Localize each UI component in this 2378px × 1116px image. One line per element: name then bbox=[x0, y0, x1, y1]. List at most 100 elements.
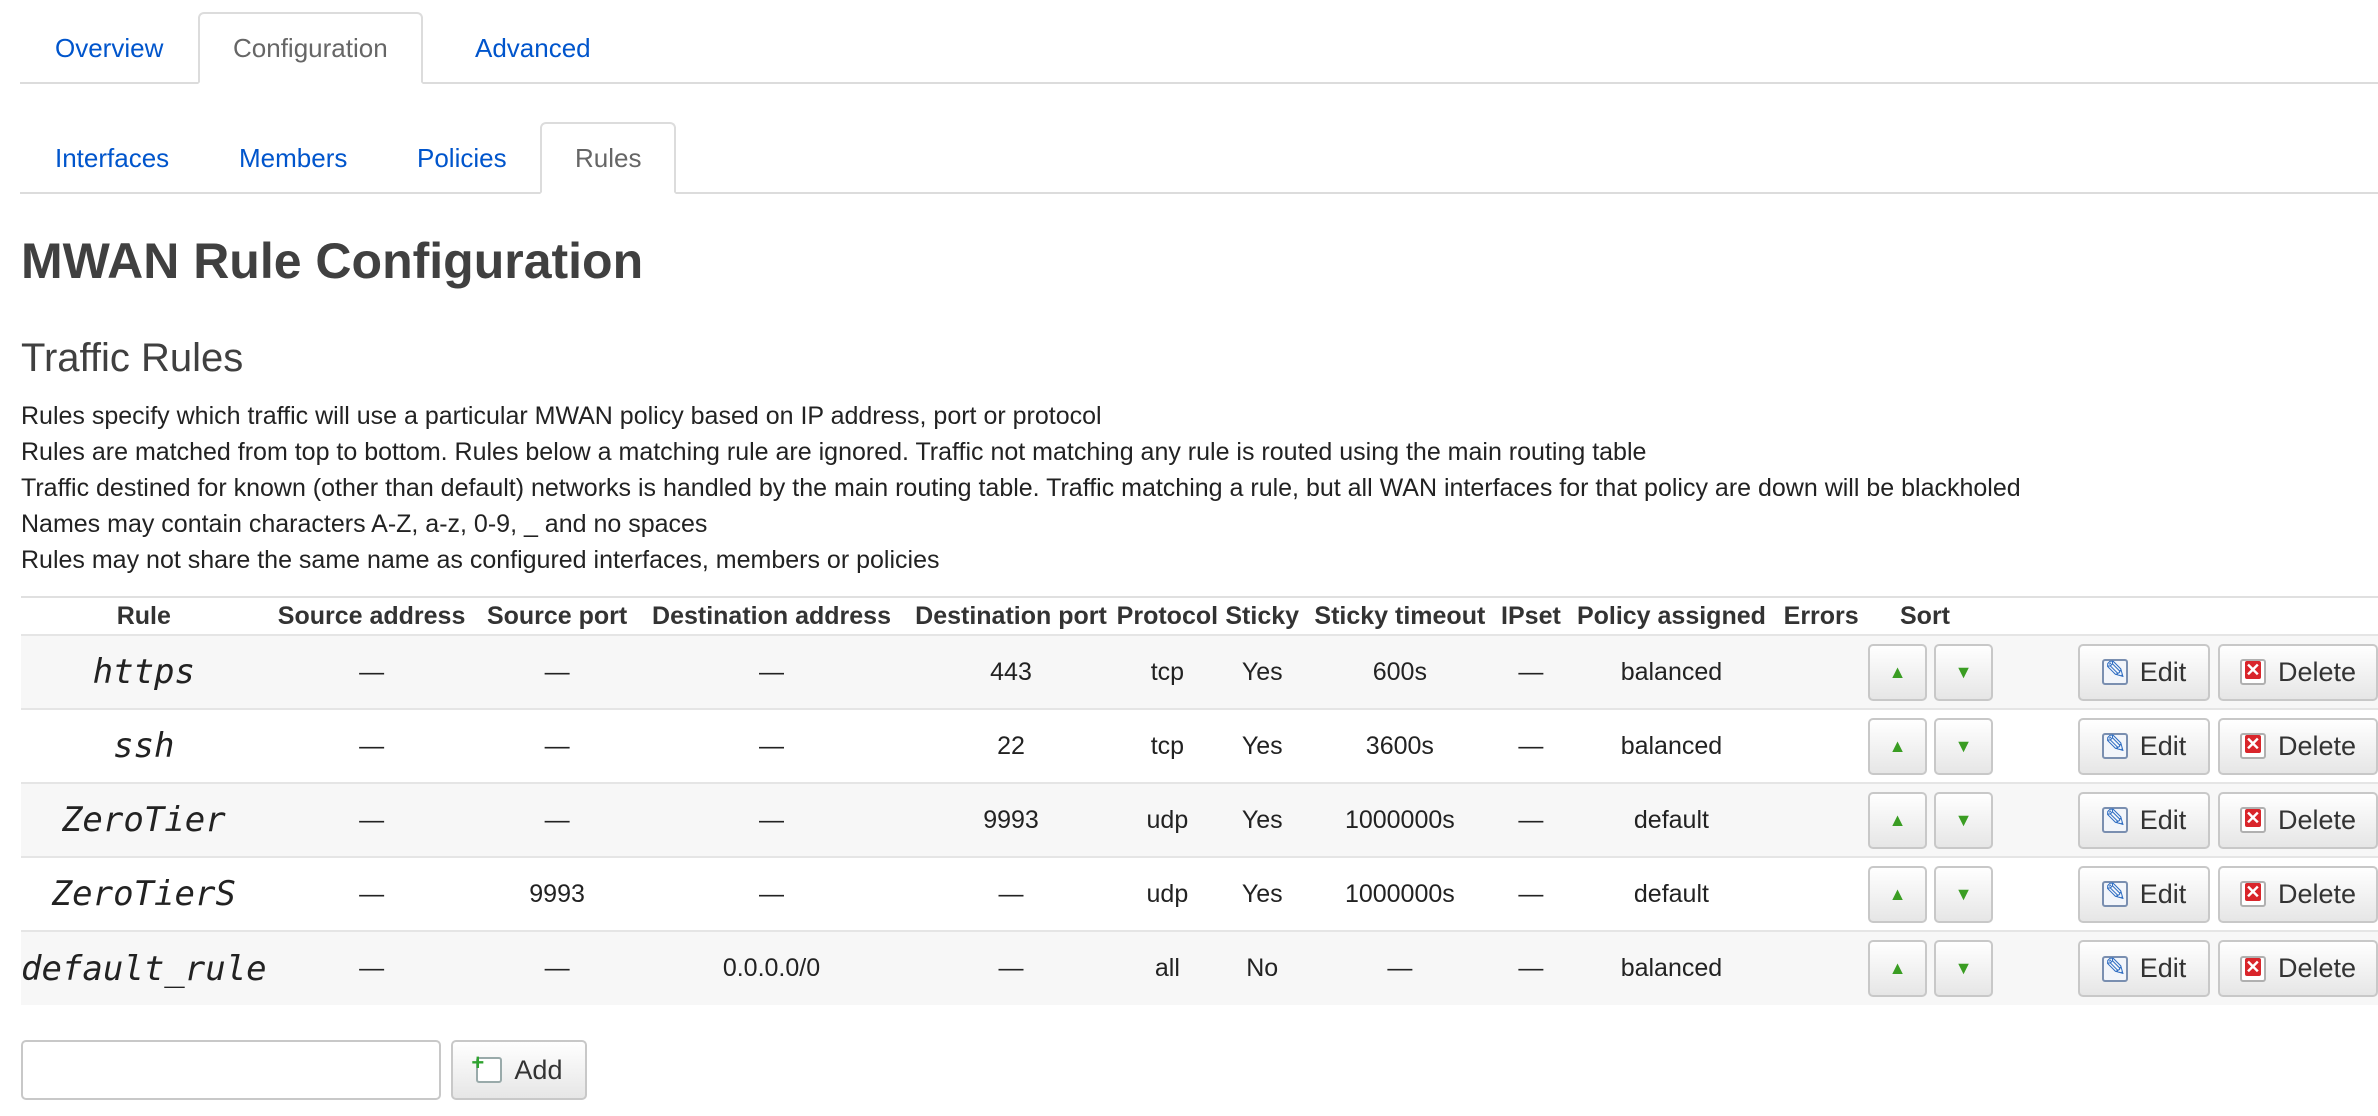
ipset-cell: — bbox=[1493, 634, 1569, 709]
move-up-button[interactable]: ▲ bbox=[1868, 643, 1927, 701]
column-header: Policy assigned bbox=[1568, 596, 1775, 635]
arrow-down-icon: ▼ bbox=[1954, 735, 1973, 756]
delete-button[interactable]: Delete bbox=[2218, 940, 2378, 997]
delete-x-icon bbox=[2239, 955, 2266, 982]
add-rule-row: Add bbox=[21, 1040, 588, 1100]
column-header: Source port bbox=[476, 596, 638, 635]
policy-assigned-cell: balanced bbox=[1568, 708, 1775, 783]
sub-tabbar: Interfaces Members Policies Rules bbox=[20, 84, 2378, 194]
section-description: Rules specify which traffic will use a p… bbox=[21, 398, 2021, 578]
column-header: Sort bbox=[1868, 596, 2378, 635]
arrow-down-icon: ▼ bbox=[1954, 661, 1973, 682]
move-up-button[interactable]: ▲ bbox=[1868, 791, 1927, 849]
row-actions: ▲ ▼ Edit Delete bbox=[1868, 708, 2378, 783]
delete-x-icon bbox=[2239, 659, 2266, 685]
page-title: MWAN Rule Configuration bbox=[21, 233, 644, 289]
sticky-cell: Yes bbox=[1218, 856, 1307, 931]
table-row: ssh———22tcpYes3600s—balanced▲▼EditDelete bbox=[21, 708, 2378, 783]
arrow-down-icon: ▼ bbox=[1954, 809, 1973, 830]
destination-address-cell: — bbox=[637, 634, 906, 709]
new-rule-name-input[interactable] bbox=[21, 1040, 441, 1100]
edit-button[interactable]: Edit bbox=[2078, 865, 2210, 923]
pencil-icon bbox=[2101, 655, 2128, 686]
move-down-button[interactable]: ▼ bbox=[1934, 791, 1993, 849]
move-up-button[interactable]: ▲ bbox=[1868, 865, 1927, 923]
move-down-button[interactable]: ▼ bbox=[1934, 940, 1993, 997]
move-up-button[interactable]: ▲ bbox=[1868, 940, 1927, 997]
tab-overview[interactable]: Overview bbox=[20, 12, 198, 84]
row-actions: ▲ ▼ Edit Delete bbox=[1868, 782, 2378, 857]
table-row: ZeroTier———9993udpYes1000000s—default▲▼E… bbox=[21, 782, 2378, 857]
move-down-button[interactable]: ▼ bbox=[1934, 717, 1993, 775]
delete-button[interactable]: Delete bbox=[2218, 717, 2378, 775]
column-header: Destination address bbox=[637, 596, 906, 635]
section-title: Traffic Rules bbox=[21, 336, 244, 380]
destination-port-cell: 9993 bbox=[905, 782, 1117, 857]
pencil-icon bbox=[2101, 803, 2128, 834]
pencil-icon bbox=[2101, 729, 2128, 760]
move-up-button[interactable]: ▲ bbox=[1868, 717, 1927, 775]
edit-button[interactable]: Edit bbox=[2078, 940, 2210, 997]
tab-policies[interactable]: Policies bbox=[382, 122, 542, 194]
sticky-timeout-cell: — bbox=[1306, 930, 1494, 1005]
edit-button-label: Edit bbox=[2139, 804, 2187, 835]
source-port-cell: — bbox=[476, 782, 638, 857]
rule-name-cell: ZeroTier bbox=[21, 782, 267, 857]
column-header: IPset bbox=[1493, 596, 1569, 635]
destination-port-cell: — bbox=[905, 930, 1117, 1005]
tab-advanced[interactable]: Advanced bbox=[440, 12, 626, 84]
sticky-timeout-cell: 1000000s bbox=[1306, 782, 1494, 857]
policy-assigned-cell: default bbox=[1568, 782, 1775, 857]
errors-cell bbox=[1774, 634, 1868, 709]
add-button[interactable]: Add bbox=[451, 1040, 588, 1100]
row-actions: ▲ ▼ Edit Delete bbox=[1868, 930, 2378, 1005]
sticky-timeout-cell: 3600s bbox=[1306, 708, 1494, 783]
errors-cell bbox=[1774, 708, 1868, 783]
source-address-cell: — bbox=[266, 708, 477, 783]
delete-button[interactable]: Delete bbox=[2218, 643, 2378, 701]
delete-button-label: Delete bbox=[2277, 804, 2357, 835]
policy-assigned-cell: default bbox=[1568, 856, 1775, 931]
arrow-up-icon: ▲ bbox=[1888, 883, 1907, 904]
source-port-cell: 9993 bbox=[476, 856, 638, 931]
column-header: Sticky bbox=[1218, 596, 1307, 635]
column-header: Errors bbox=[1774, 596, 1868, 635]
tab-rules[interactable]: Rules bbox=[540, 122, 677, 194]
delete-button[interactable]: Delete bbox=[2218, 791, 2378, 849]
destination-port-cell: — bbox=[905, 856, 1117, 931]
delete-button[interactable]: Delete bbox=[2218, 865, 2378, 923]
move-down-button[interactable]: ▼ bbox=[1934, 643, 1993, 701]
table-row: default_rule — —0.0.0.0/0— all No — — balanced ▲… bbox=[21, 930, 2378, 1005]
ipset-cell: — bbox=[1493, 930, 1569, 1005]
column-header: Rule bbox=[21, 596, 267, 635]
move-down-button[interactable]: ▼ bbox=[1934, 865, 1993, 923]
tab-members[interactable]: Members bbox=[204, 122, 382, 194]
errors-cell bbox=[1774, 930, 1868, 1005]
description-line: Rules specify which traffic will use a p… bbox=[21, 402, 1102, 430]
main-tabbar: Overview Configuration Advanced bbox=[20, 0, 2378, 84]
edit-button[interactable]: Edit bbox=[2078, 643, 2210, 701]
edit-button-label: Edit bbox=[2139, 656, 2187, 687]
arrow-up-icon: ▲ bbox=[1888, 661, 1907, 682]
tab-configuration[interactable]: Configuration bbox=[198, 12, 423, 84]
table-row: https———443tcpYes600s—balanced▲▼EditDele… bbox=[21, 634, 2378, 709]
sticky-timeout-cell: 600s bbox=[1306, 634, 1494, 709]
table-header-row: Rule Source address Source port Destinat… bbox=[21, 596, 2378, 635]
rule-name-cell: ssh bbox=[21, 708, 267, 783]
edit-button[interactable]: Edit bbox=[2078, 791, 2210, 849]
edit-button-label: Edit bbox=[2139, 878, 2187, 909]
arrow-up-icon: ▲ bbox=[1888, 809, 1907, 830]
edit-button-label: Edit bbox=[2139, 730, 2187, 761]
tab-interfaces[interactable]: Interfaces bbox=[20, 122, 204, 194]
description-line: Rules may not share the same name as con… bbox=[21, 546, 940, 574]
edit-button[interactable]: Edit bbox=[2078, 717, 2210, 775]
rules-table: Rule Source address Source port Destinat… bbox=[21, 596, 2378, 1005]
description-line: Traffic destined for known (other than d… bbox=[21, 474, 2021, 502]
description-line: Names may contain characters A-Z, a-z, 0… bbox=[21, 510, 708, 538]
protocol-cell: all bbox=[1116, 930, 1219, 1005]
sticky-cell: No bbox=[1218, 930, 1307, 1005]
column-header: Source address bbox=[266, 596, 477, 635]
destination-address-cell: 0.0.0.0/0 bbox=[637, 930, 906, 1005]
source-address-cell: — bbox=[266, 930, 477, 1005]
delete-x-icon bbox=[2239, 881, 2266, 907]
